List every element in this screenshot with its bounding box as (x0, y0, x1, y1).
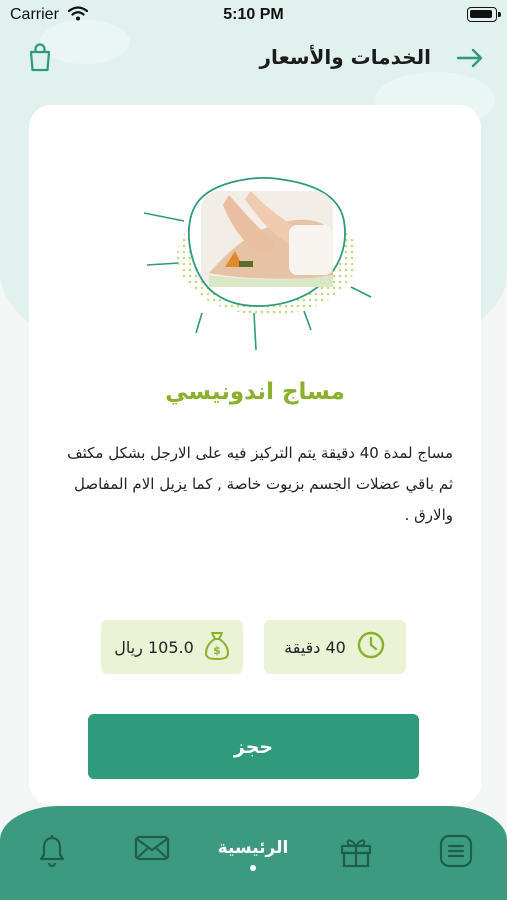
messages-tab[interactable] (130, 834, 174, 874)
arrow-right-icon[interactable] (455, 46, 485, 70)
status-bar: Carrier 5:10 PM (0, 0, 507, 32)
book-button[interactable]: حجز (88, 714, 419, 779)
service-title: مساج اندونيسي (165, 379, 345, 405)
offers-tab[interactable] (334, 834, 378, 874)
menu-list-icon (434, 834, 478, 868)
duration-box: 40 دقيقة (264, 620, 406, 674)
bottom-tab-bar: الرئيسية (0, 806, 507, 900)
clock-icon (356, 630, 386, 664)
svg-text:$: $ (213, 644, 221, 657)
mail-icon (130, 834, 174, 862)
home-tab[interactable]: الرئيسية (198, 838, 308, 871)
service-description: مساج لمدة 40 دقيقة يتم التركيز فيه على ا… (67, 444, 453, 524)
gift-icon (334, 834, 378, 868)
notifications-tab[interactable] (30, 834, 74, 874)
shopping-bag-icon[interactable] (26, 42, 54, 72)
bell-icon (30, 834, 74, 868)
money-bag-icon: $ (204, 629, 230, 665)
service-card: مساج اندونيسي مساج لمدة 40 دقيقة يتم الت… (29, 105, 481, 805)
status-time: 5:10 PM (223, 6, 284, 23)
menu-tab[interactable] (434, 834, 478, 874)
price-box: 105.0 ريال $ (101, 620, 243, 674)
home-tab-label: الرئيسية (217, 838, 289, 858)
page-title: الخدمات والأسعار (259, 45, 431, 69)
duration-value: 40 دقيقة (284, 637, 346, 657)
battery-icon (467, 7, 501, 22)
active-tab-indicator (250, 865, 256, 871)
price-value: 105.0 ريال (114, 637, 194, 657)
foot-massage-illustration (139, 165, 379, 355)
navigation-header: الخدمات والأسعار (0, 36, 507, 80)
